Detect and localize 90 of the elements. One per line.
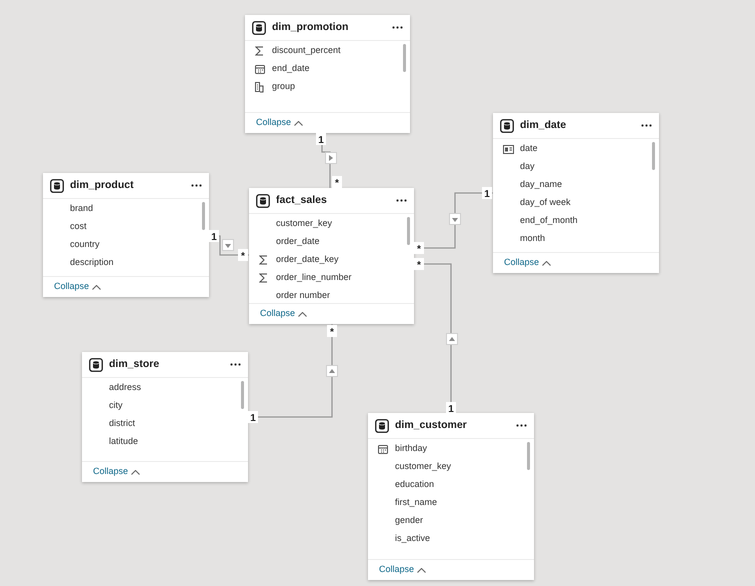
table-card[interactable]: dim_product brand cost country description Collapse	[43, 173, 209, 297]
filter-direction-icon	[326, 365, 338, 377]
database-icon	[50, 178, 64, 192]
collapse-link[interactable]: Collapse	[93, 465, 140, 479]
table-card[interactable]: dim_store address city district latitude Collapse	[82, 352, 248, 482]
column-name[interactable]: month	[520, 232, 546, 246]
cardinality-one-label: 1	[248, 411, 258, 424]
more-icon[interactable]	[641, 124, 652, 127]
column-name[interactable]: city	[109, 399, 122, 413]
more-icon[interactable]	[191, 184, 202, 187]
column-name[interactable]: discount_percent	[272, 44, 341, 58]
more-icon[interactable]	[230, 363, 241, 366]
sigma-icon	[255, 46, 264, 56]
column-name[interactable]: order_line_number	[276, 271, 352, 285]
cardinality-many-label: *	[238, 249, 248, 262]
chevron-up-icon	[298, 312, 308, 316]
filter-direction-icon	[449, 213, 461, 225]
column-name[interactable]: is_active	[395, 532, 430, 546]
table-name: dim_customer	[395, 418, 467, 433]
table-card[interactable]: dim_date date day day_name day_of week end_of_month month Collapse	[493, 113, 659, 273]
collapse-link[interactable]: Collapse	[54, 280, 102, 294]
scrollbar-thumb[interactable]	[241, 381, 244, 409]
database-icon	[500, 118, 514, 132]
chevron-up-icon	[131, 470, 140, 474]
chevron-up-icon	[294, 120, 304, 126]
chevron-up-icon	[417, 568, 426, 572]
cardinality-many-label: *	[414, 242, 424, 255]
column-name[interactable]: address	[109, 381, 142, 395]
chevron-up-icon	[92, 284, 102, 290]
collapse-link[interactable]: Collapse	[256, 116, 304, 130]
table-name: fact_sales	[276, 192, 327, 208]
column-name[interactable]: first_name	[395, 496, 438, 510]
column-name[interactable]: end_of_month	[520, 214, 578, 228]
column-name[interactable]: birthday	[395, 442, 428, 456]
column-name[interactable]: customer_key	[395, 460, 452, 474]
calendar-icon	[255, 64, 265, 74]
table-card[interactable]: dim_promotion discount_percent end_date group Collapse	[245, 15, 410, 133]
filter-direction-icon	[325, 152, 337, 164]
column-name[interactable]: education	[395, 478, 434, 492]
cardinality-many-label: *	[327, 325, 337, 338]
table-card[interactable]: fact_sales customer_key order_date order_date_key order_line_number order number Collapse	[249, 188, 414, 324]
more-icon[interactable]	[392, 26, 403, 29]
cardinality-one-label: 1	[446, 402, 456, 415]
table-card[interactable]: dim_customer birthday customer_key education first_name gender is_active Collapse	[368, 413, 534, 580]
filter-direction-icon	[222, 239, 234, 251]
collapse-link[interactable]: Collapse	[379, 563, 426, 577]
column-name[interactable]: day_name	[520, 178, 562, 192]
collapse-link[interactable]: Collapse	[260, 307, 308, 321]
id-card-icon	[503, 144, 514, 154]
column-name[interactable]: customer_key	[276, 217, 332, 231]
column-name[interactable]: gender	[395, 514, 424, 528]
column-name[interactable]: description	[70, 256, 114, 270]
scrollbar-thumb[interactable]	[202, 202, 205, 230]
scrollbar-thumb[interactable]	[652, 142, 655, 170]
database-icon	[89, 358, 103, 372]
column-name[interactable]: end_date	[272, 62, 310, 76]
cardinality-one-label: 1	[316, 133, 326, 146]
column-name[interactable]: cost	[70, 220, 87, 234]
scrollbar-thumb[interactable]	[527, 442, 530, 470]
database-icon	[375, 418, 389, 432]
cardinality-one-label: 1	[209, 230, 219, 243]
column-name[interactable]: country	[70, 238, 100, 252]
column-name[interactable]: group	[272, 80, 296, 94]
column-name[interactable]: district	[109, 417, 136, 431]
cardinality-one-label: 1	[482, 187, 492, 200]
column-name[interactable]: day	[520, 160, 535, 174]
column-name[interactable]: order number	[276, 289, 330, 303]
more-icon[interactable]	[396, 199, 407, 202]
cardinality-many-label: *	[332, 176, 342, 189]
database-icon	[252, 20, 266, 34]
table-name: dim_date	[520, 118, 566, 133]
column-name[interactable]: day_of week	[520, 196, 571, 210]
hierarchy-icon	[255, 82, 265, 92]
chevron-up-icon	[542, 260, 552, 266]
filter-direction-icon	[446, 333, 458, 345]
cardinality-many-label: *	[414, 258, 424, 271]
column-name[interactable]: brand	[70, 202, 94, 216]
calendar-icon	[378, 444, 388, 454]
database-icon	[256, 194, 270, 208]
column-name[interactable]: date	[520, 142, 538, 156]
column-name[interactable]: latitude	[109, 435, 138, 449]
table-name: dim_promotion	[272, 20, 348, 35]
table-name: dim_store	[109, 356, 160, 372]
collapse-link[interactable]: Collapse	[504, 256, 552, 270]
column-name[interactable]: order_date	[276, 235, 320, 249]
scrollbar-thumb[interactable]	[407, 217, 410, 245]
more-icon[interactable]	[516, 424, 527, 427]
column-name[interactable]: order_date_key	[276, 253, 339, 267]
table-name: dim_product	[70, 178, 134, 193]
scrollbar-thumb[interactable]	[403, 44, 406, 72]
